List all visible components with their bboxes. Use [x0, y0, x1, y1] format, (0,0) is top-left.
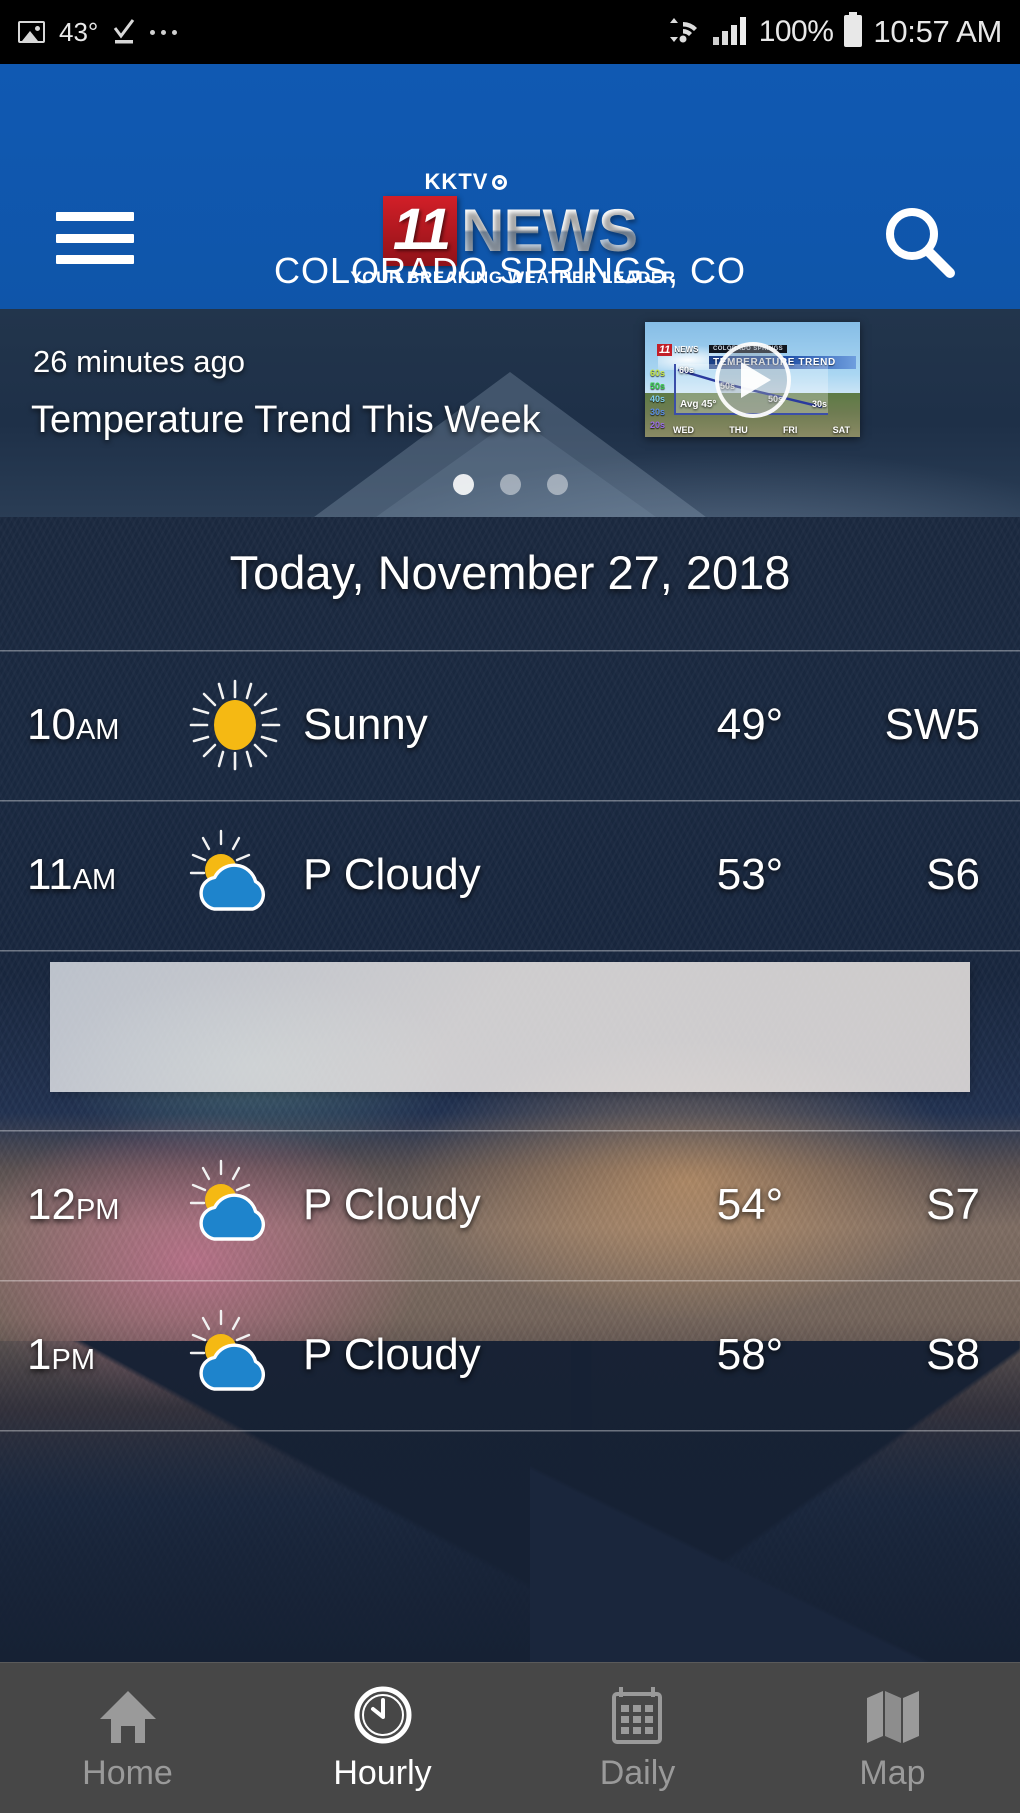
thumb-day-wed: WED — [673, 425, 694, 435]
bottom-navigation: Home Hourly Daily Map — [0, 1662, 1020, 1813]
axis-label-40s: 40s — [650, 394, 666, 404]
row-temperature: 49° — [716, 700, 784, 749]
thumb-day-fri: FRI — [782, 425, 798, 435]
row-temperature: 54° — [716, 1180, 784, 1229]
axis-label-20s: 20s — [650, 420, 666, 430]
row-time: 1PM — [0, 1330, 175, 1380]
carousel-dot-2[interactable] — [499, 474, 521, 495]
thumbnail-y-axis: 60s 50s 40s 30s 20s — [650, 368, 665, 430]
home-icon — [97, 1684, 159, 1746]
nav-tab-hourly[interactable]: Hourly — [255, 1663, 510, 1813]
news-carousel[interactable]: 26 minutes ago Temperature Trend This We… — [0, 309, 1020, 517]
background-ridge-right — [530, 1421, 1020, 1662]
cellular-signal-icon — [711, 13, 751, 52]
thumb-day-sat: SAT — [832, 425, 850, 435]
nav-label-daily: Daily — [599, 1753, 676, 1792]
row-time: 10AM — [0, 700, 175, 750]
battery-icon — [841, 11, 865, 53]
row-condition: P Cloudy — [303, 1180, 481, 1229]
carousel-dot-1[interactable] — [452, 474, 474, 495]
row-hour: 12 — [27, 1180, 76, 1229]
row-wind: S8 — [926, 1330, 980, 1379]
row-wind: S7 — [926, 1180, 980, 1229]
thumb-point-3: 30s — [811, 399, 827, 409]
thumbnail-average-label: Avg 45° — [680, 399, 717, 410]
date-header: Today, November 27, 2018 — [229, 546, 791, 599]
row-time: 11AM — [0, 850, 175, 900]
thumbnail-station-logo: 11 NEWS — [657, 344, 698, 356]
status-clock: 10:57 AM — [873, 14, 1002, 49]
row-hour: 1 — [27, 1330, 52, 1379]
row-wind: SW5 — [884, 700, 980, 749]
row-meridiem: PM — [75, 1194, 120, 1226]
row-meridiem: AM — [75, 714, 120, 746]
carousel-title: Temperature Trend This Week — [31, 399, 541, 441]
thumbnail-day-axis: WED THU FRI SAT — [673, 425, 850, 435]
partly-cloudy-icon — [175, 825, 295, 925]
row-meridiem: AM — [72, 864, 117, 896]
table-row[interactable]: 12PM P Cloudy 54° S7 — [0, 1130, 1020, 1280]
kktv-callsign-line: KKTV — [425, 169, 508, 195]
row-time: 12PM — [0, 1180, 175, 1230]
wifi-icon — [663, 13, 703, 52]
axis-label-30s: 30s — [650, 407, 666, 417]
partly-cloudy-icon — [175, 1305, 295, 1405]
app-header: KKTV 11 NEWS YOUR BREAKING WEATHER LEADE… — [0, 64, 1020, 309]
carousel-dot-3[interactable] — [546, 474, 568, 495]
download-complete-icon — [112, 19, 136, 45]
row-hour: 11 — [27, 850, 73, 899]
callsign-text: KKTV — [424, 169, 489, 194]
clock-icon — [352, 1684, 414, 1746]
row-meridiem: PM — [51, 1344, 95, 1376]
thumb-point-0: 60s — [679, 365, 695, 375]
divider-5 — [0, 1430, 1020, 1432]
axis-label-60s: 60s — [650, 368, 666, 378]
cbs-eye-icon — [492, 174, 508, 190]
row-temperature: 58° — [716, 1330, 784, 1379]
app-screen: 43° 100% 10:57 AM KKTV 11 NEWS YOUR BREA… — [0, 0, 1020, 1813]
row-condition: P Cloudy — [303, 1330, 481, 1379]
nav-label-hourly: Hourly — [333, 1753, 432, 1792]
row-condition: P Cloudy — [303, 850, 481, 899]
status-temperature: 43° — [59, 16, 99, 47]
row-hour: 10 — [27, 700, 76, 749]
sunny-icon — [175, 675, 295, 775]
row-wind: S6 — [926, 850, 980, 899]
nav-tab-daily[interactable]: Daily — [510, 1663, 765, 1813]
nav-label-home: Home — [82, 1753, 173, 1792]
row-condition: Sunny — [303, 700, 428, 749]
axis-label-50s: 50s — [650, 381, 666, 391]
status-bar-right: 100% 10:57 AM — [663, 11, 1002, 53]
table-row[interactable]: 1PM P Cloudy 58° S8 — [0, 1280, 1020, 1430]
video-thumbnail[interactable]: 11 NEWS COLORADO SPRINGS TEMPERATURE TRE… — [645, 322, 860, 437]
nav-tab-map[interactable]: Map — [765, 1663, 1020, 1813]
table-row[interactable]: 10AM Sunny 49° SW5 — [0, 650, 1020, 800]
map-icon — [862, 1684, 924, 1746]
calendar-icon — [607, 1684, 669, 1746]
thumbnail-channel-badge: 11 — [657, 344, 673, 356]
carousel-timestamp: 26 minutes ago — [33, 344, 245, 379]
carousel-page-dots[interactable] — [0, 474, 1020, 495]
more-dots-icon — [150, 29, 178, 35]
status-bar-left: 43° — [18, 16, 178, 48]
location-label: COLORADO SPRINGS, CO — [273, 250, 747, 291]
nav-tab-home[interactable]: Home — [0, 1663, 255, 1813]
play-button-icon[interactable] — [714, 341, 791, 418]
table-row[interactable]: 11AM P Cloudy 53° S6 — [0, 800, 1020, 950]
thumb-day-thu: THU — [729, 425, 748, 435]
partly-cloudy-icon — [175, 1155, 295, 1255]
row-temperature: 53° — [716, 850, 784, 899]
nav-label-map: Map — [859, 1753, 926, 1792]
hourly-forecast-list[interactable]: Today, November 27, 2018 10AM Sunny 49° … — [0, 517, 1020, 1662]
advertisement-placeholder[interactable] — [50, 962, 970, 1092]
status-bar: 43° 100% 10:57 AM — [0, 0, 1020, 64]
divider-2 — [0, 950, 1020, 952]
thumbnail-news-word: NEWS — [674, 345, 699, 354]
battery-percent: 100% — [758, 15, 834, 48]
photo-icon — [18, 21, 45, 43]
